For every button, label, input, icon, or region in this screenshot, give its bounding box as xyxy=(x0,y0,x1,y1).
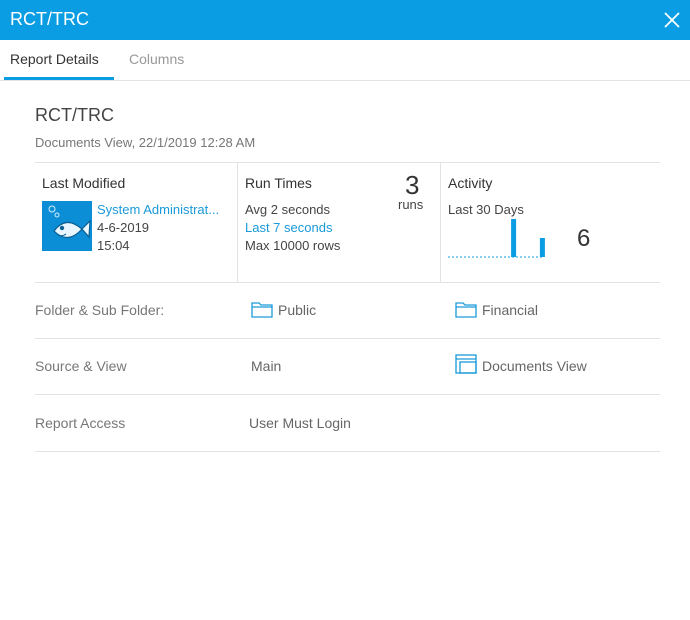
folder-icon xyxy=(251,300,273,323)
divider xyxy=(35,338,660,339)
window-title: RCT/TRC xyxy=(10,9,89,29)
divider xyxy=(35,282,660,283)
modified-date: 4-6-2019 xyxy=(97,220,150,235)
max-rows: Max 10000 rows xyxy=(245,238,341,253)
report-access-label: Report Access xyxy=(35,415,126,431)
avg-run-time: Avg 2 seconds xyxy=(245,202,331,217)
activity-heading: Activity xyxy=(448,175,493,191)
activity-bar xyxy=(539,238,545,257)
modified-by-user-link[interactable]: System Administrat... xyxy=(97,202,219,217)
divider xyxy=(35,394,660,395)
divider xyxy=(35,451,660,452)
activity-bar xyxy=(511,219,517,257)
card-divider xyxy=(440,163,441,283)
active-tab-indicator xyxy=(4,77,114,80)
card-divider xyxy=(237,163,238,283)
divider xyxy=(35,162,660,163)
title-bar: RCT/TRC xyxy=(0,0,690,40)
activity-total: 6 xyxy=(577,225,591,252)
last-run-time-link[interactable]: Last 7 seconds xyxy=(245,220,332,235)
sub-folder-financial-link[interactable]: Financial xyxy=(482,302,538,318)
modified-time: 15:04 xyxy=(97,238,130,253)
tab-bar: Report Details Columns xyxy=(0,40,690,81)
view-documents-link[interactable]: Documents View xyxy=(482,358,587,374)
source-value: Main xyxy=(251,358,282,374)
view-icon xyxy=(455,354,477,379)
tab-columns[interactable]: Columns xyxy=(129,51,184,67)
run-count-label: runs xyxy=(398,197,424,212)
last-modified-heading: Last Modified xyxy=(42,175,126,191)
close-icon[interactable] xyxy=(660,8,684,32)
folder-label: Folder & Sub Folder: xyxy=(35,302,165,318)
activity-sparkline xyxy=(448,219,545,258)
report-access-value: User Must Login xyxy=(249,415,351,431)
source-label: Source & View xyxy=(35,358,127,374)
folder-icon xyxy=(455,300,477,323)
folder-public-link[interactable]: Public xyxy=(278,302,316,318)
run-times-heading: Run Times xyxy=(245,175,312,191)
report-title: RCT/TRC xyxy=(35,105,114,125)
tab-report-details[interactable]: Report Details xyxy=(10,51,99,67)
user-avatar-fish-icon xyxy=(42,201,92,251)
report-subtitle: Documents View, 22/1/2019 12:28 AM xyxy=(35,135,256,150)
